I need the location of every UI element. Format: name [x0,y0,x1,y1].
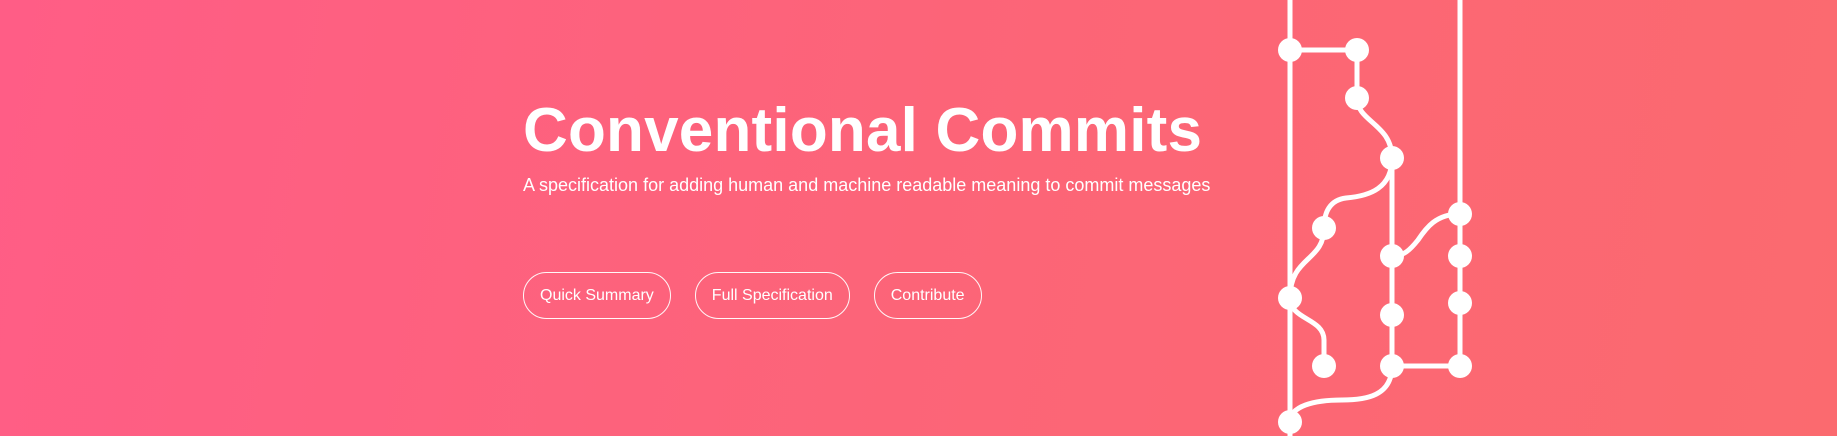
full-specification-button[interactable]: Full Specification [694,272,850,319]
page-subtitle: A specification for adding human and mac… [523,175,1211,195]
hero-actions: Quick Summary Full Specification Contrib… [523,272,982,319]
contribute-button[interactable]: Contribute [873,272,982,319]
hero-content: Conventional Commits A specification for… [523,100,1283,196]
hero-banner: Conventional Commits A specification for… [0,0,1837,436]
quick-summary-button[interactable]: Quick Summary [523,272,671,319]
commit-graph-icon [1278,0,1472,436]
page-title: Conventional Commits [523,96,1203,165]
